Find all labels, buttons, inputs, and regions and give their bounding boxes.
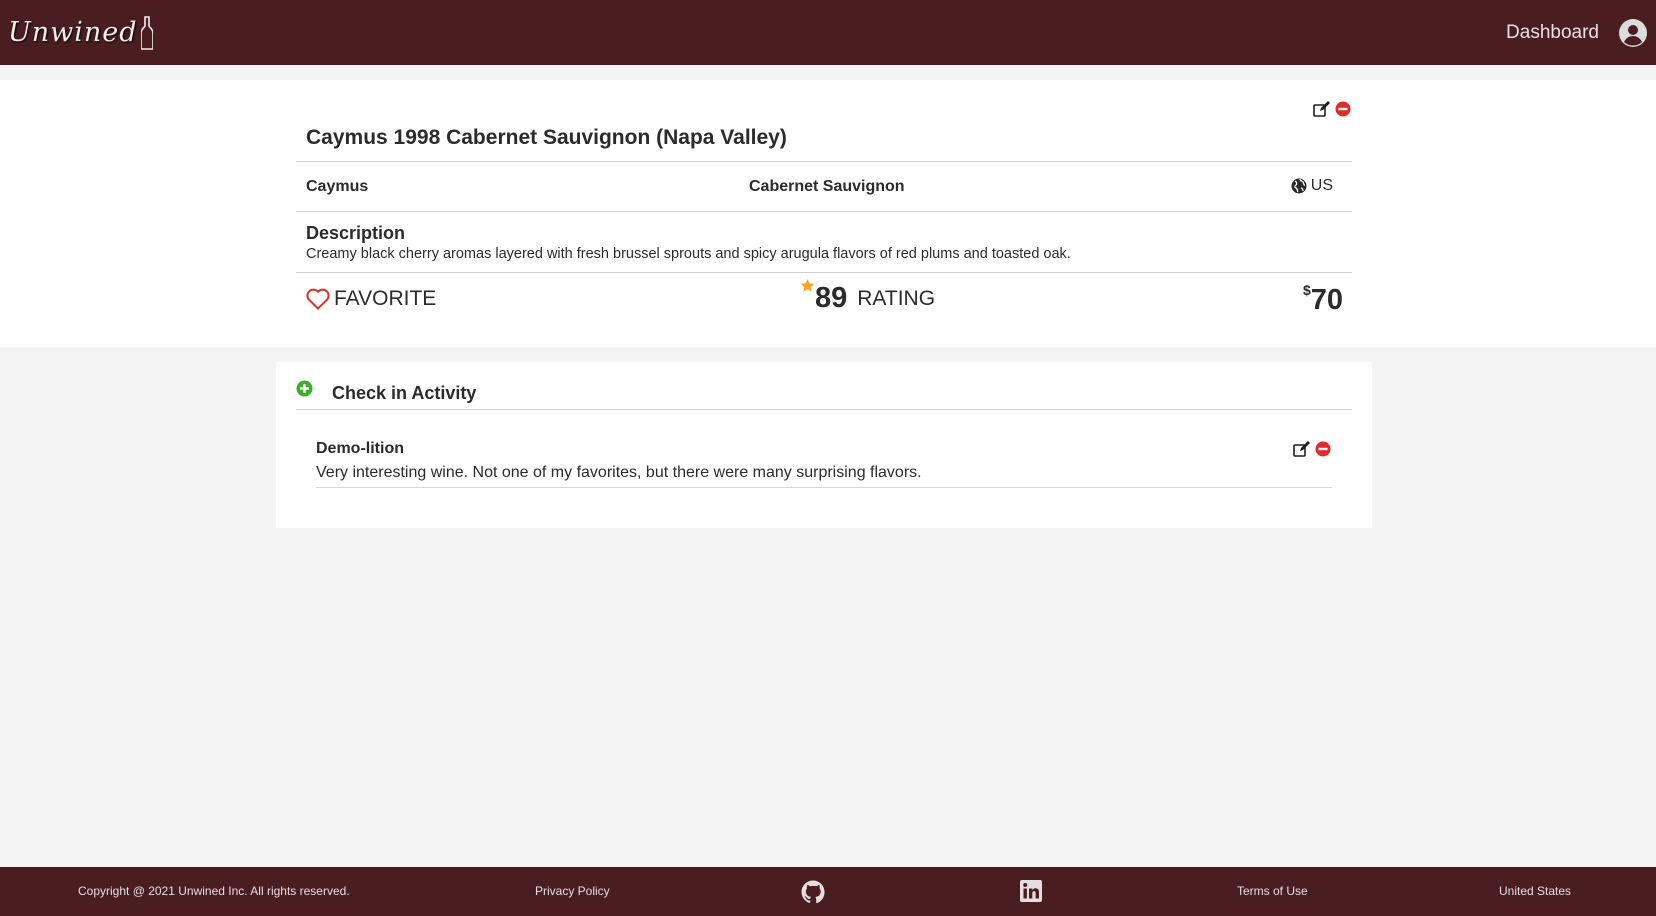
privacy-policy-link[interactable]: Privacy Policy [535, 884, 610, 898]
github-icon[interactable] [801, 880, 825, 904]
delete-wine-button[interactable] [1334, 100, 1352, 118]
top-navbar: Unwined Dashboard [0, 0, 1656, 65]
wine-rating: 89 RATING [800, 278, 935, 315]
unwined-logo[interactable]: Unwined [8, 0, 153, 65]
description-heading: Description [306, 223, 406, 243]
price-currency: $ [1302, 282, 1311, 298]
checkin-user: Demo-lition [316, 440, 404, 457]
rating-value: 89 [815, 282, 848, 314]
delete-checkin-button[interactable] [1314, 440, 1332, 458]
country-selector-link[interactable]: United States [1499, 884, 1571, 898]
activity-title: Check in Activity [332, 383, 477, 403]
minus-circle-icon [1335, 101, 1351, 117]
divider [296, 211, 1352, 212]
wine-price: $ 70 [1303, 280, 1343, 317]
price-value: 70 [1310, 284, 1343, 316]
user-avatar-icon[interactable] [1619, 18, 1647, 47]
globe-icon [1291, 178, 1307, 194]
heart-icon [306, 288, 330, 310]
wine-variety: Cabernet Sauvignon [749, 178, 905, 195]
edit-icon [1312, 100, 1330, 117]
wine-detail-card: Caymus 1998 Cabernet Sauvignon (Napa Val… [0, 80, 1656, 347]
wine-title: Caymus 1998 Cabernet Sauvignon (Napa Val… [306, 126, 787, 149]
favorite-label: FAVORITE [334, 287, 437, 310]
linkedin-icon[interactable] [1020, 880, 1042, 902]
checkin-activity-panel: Check in Activity Demo-lition Very inter… [276, 362, 1372, 528]
dashboard-link[interactable]: Dashboard [1506, 22, 1599, 44]
edit-icon [1292, 440, 1310, 457]
star-icon [800, 278, 815, 292]
favorite-button[interactable]: FAVORITE [306, 287, 436, 311]
terms-of-use-link[interactable]: Terms of Use [1237, 884, 1308, 898]
winery-name: Caymus [306, 178, 369, 195]
edit-wine-button[interactable] [1312, 100, 1330, 118]
divider [296, 161, 1352, 162]
wine-country: US [1291, 177, 1333, 195]
edit-checkin-button[interactable] [1292, 440, 1310, 458]
divider [296, 409, 1352, 410]
divider [296, 272, 1352, 273]
wine-description: Creamy black cherry aromas layered with … [306, 246, 1071, 262]
copyright-text: Copyright @ 2021 Unwined Inc. All rights… [78, 884, 350, 898]
add-checkin-icon[interactable] [296, 380, 313, 397]
checkin-text: Very interesting wine. Not one of my fav… [316, 464, 922, 481]
logo-text: Unwined [8, 17, 138, 48]
divider [316, 487, 1332, 488]
rating-label: RATING [857, 287, 936, 310]
wine-bottle-icon [140, 15, 153, 50]
checkin-item: Demo-lition Very interesting wine. Not o… [316, 440, 1332, 481]
site-footer: Copyright @ 2021 Unwined Inc. All rights… [0, 867, 1656, 916]
minus-circle-icon [1315, 441, 1331, 457]
country-label: US [1310, 177, 1333, 194]
